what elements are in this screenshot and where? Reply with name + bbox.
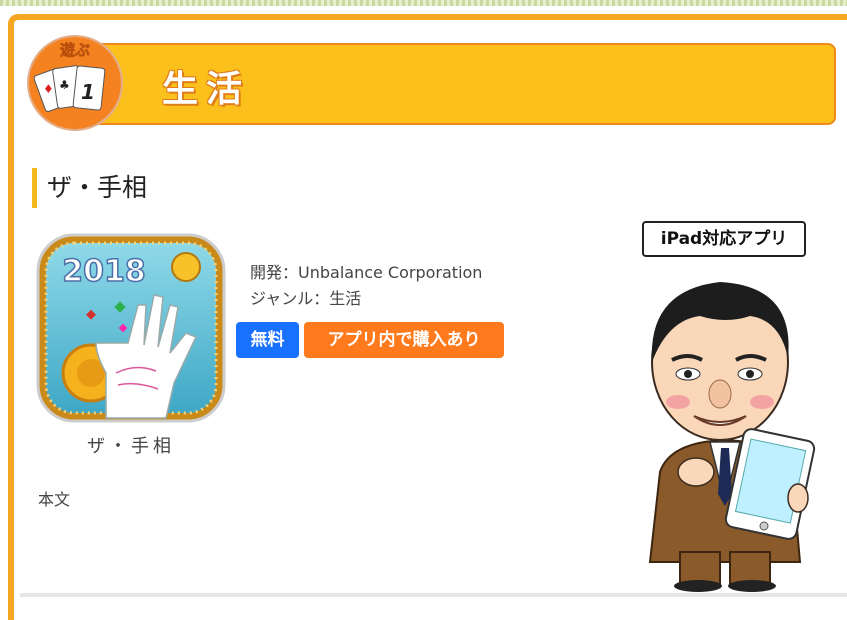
playing-cards-icon: ♦ ♣ 1 遊ぶ [27, 35, 123, 131]
page-title: ザ・手相 [32, 168, 147, 208]
category-title: 生活 [162, 69, 251, 110]
in-app-purchase-badge: アプリ内で購入あり [304, 322, 504, 358]
body-text: 本文 [38, 490, 71, 509]
card-number: 1 [81, 80, 95, 104]
svg-text:♣: ♣ [59, 78, 70, 92]
badge-text: 遊ぶ [60, 41, 90, 59]
free-price-badge: 無料 [236, 322, 299, 358]
bottom-divider [20, 593, 847, 597]
ipad-mascot-character [648, 282, 816, 592]
top-decorative-strip [0, 0, 847, 6]
palm-reading-app-icon[interactable]: 2018 [36, 233, 226, 423]
app-name-caption[interactable]: ザ・手相 [36, 432, 226, 458]
developer-label: 開発：Unbalance Corporation [250, 263, 483, 282]
svg-text:♦: ♦ [43, 82, 54, 96]
ipad-compatible-label: iPad対応アプリ [642, 221, 806, 257]
genre-label: ジャンル：生活 [250, 289, 362, 308]
icon-year: 2018 [62, 254, 146, 289]
